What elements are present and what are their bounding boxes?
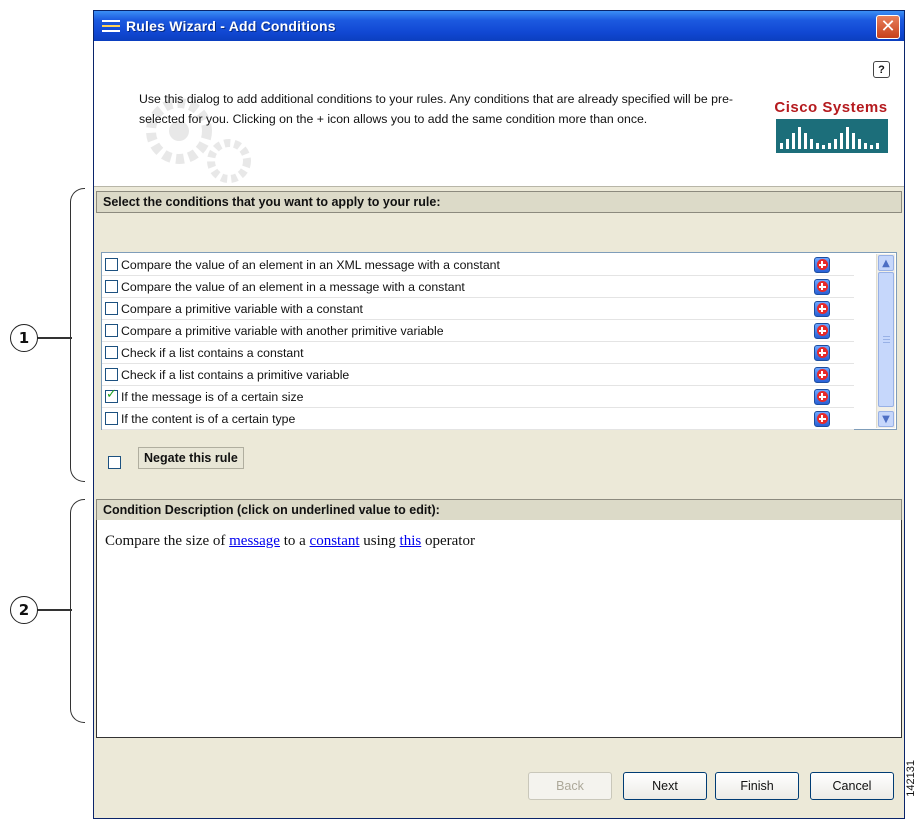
callout-bracket-1 bbox=[70, 188, 85, 482]
negate-rule-checkbox[interactable] bbox=[108, 456, 121, 469]
add-condition-plus-icon[interactable] bbox=[814, 256, 830, 273]
window-title: Rules Wizard - Add Conditions bbox=[126, 18, 336, 34]
condition-label: If the content is of a certain type bbox=[121, 411, 296, 426]
condition-checkbox[interactable] bbox=[105, 324, 118, 337]
conditions-scrollbar[interactable]: ▲ ▼ bbox=[876, 254, 895, 428]
add-condition-plus-icon[interactable] bbox=[814, 344, 830, 361]
callout-bracket-2 bbox=[70, 499, 85, 723]
condition-description-text: Compare the size of message to a constan… bbox=[105, 533, 475, 550]
conditions-list[interactable]: Compare the value of an element in an XM… bbox=[101, 252, 897, 430]
condition-row[interactable]: Check if a list contains a primitive var… bbox=[102, 364, 854, 386]
condition-checkbox[interactable] bbox=[105, 368, 118, 381]
condition-checkbox[interactable] bbox=[105, 258, 118, 271]
condition-label: Compare the value of an element in an XM… bbox=[121, 257, 500, 272]
cisco-logo: Cisco Systems bbox=[766, 99, 896, 153]
condition-row[interactable]: Check if a list contains a constant bbox=[102, 342, 854, 364]
logo-text: Cisco Systems bbox=[774, 99, 888, 116]
condition-description-title: Condition Description (click on underlin… bbox=[96, 499, 902, 521]
figure-number: 142131 bbox=[905, 760, 917, 797]
condition-checkbox[interactable] bbox=[105, 346, 118, 359]
wizard-app-icon bbox=[102, 19, 120, 33]
add-condition-plus-icon[interactable] bbox=[814, 388, 830, 405]
condition-checkbox[interactable] bbox=[105, 280, 118, 293]
add-condition-plus-icon[interactable] bbox=[814, 322, 830, 339]
add-condition-plus-icon[interactable] bbox=[814, 410, 830, 427]
condition-label: Compare the value of an element in a mes… bbox=[121, 279, 465, 294]
add-condition-plus-icon[interactable] bbox=[814, 278, 830, 295]
condition-row[interactable]: If the message is of a certain size bbox=[102, 386, 854, 408]
callout-line-1 bbox=[36, 337, 72, 339]
condition-label: Compare a primitive variable with anothe… bbox=[121, 323, 444, 338]
callout-2: 2 bbox=[10, 596, 38, 624]
condition-checkbox-checked[interactable] bbox=[105, 387, 118, 403]
dialog-header: Use this dialog to add additional condit… bbox=[94, 41, 904, 187]
desc-text-part: Compare the size of bbox=[105, 533, 230, 549]
condition-row[interactable]: Compare a primitive variable with anothe… bbox=[102, 320, 854, 342]
next-button[interactable]: Next bbox=[623, 772, 707, 800]
condition-label: If the message is of a certain size bbox=[121, 389, 304, 404]
negate-rule-label[interactable]: Negate this rule bbox=[138, 447, 244, 469]
condition-row[interactable]: Compare a primitive variable with a cons… bbox=[102, 298, 854, 320]
constant-value-link[interactable]: constant bbox=[310, 533, 360, 549]
title-bar[interactable]: Rules Wizard - Add Conditions ✕ bbox=[94, 11, 904, 41]
finish-button[interactable]: Finish bbox=[715, 772, 799, 800]
desc-text-part: using bbox=[359, 533, 400, 549]
desc-text-part: to a bbox=[279, 533, 310, 549]
condition-row[interactable]: If the content is of a certain type bbox=[102, 408, 854, 430]
message-value-link[interactable]: message bbox=[229, 533, 280, 549]
add-condition-plus-icon[interactable] bbox=[814, 366, 830, 383]
cancel-button[interactable]: Cancel bbox=[810, 772, 894, 800]
back-button[interactable]: Back bbox=[528, 772, 612, 800]
conditions-section-title: Select the conditions that you want to a… bbox=[96, 191, 902, 213]
condition-label: Check if a list contains a primitive var… bbox=[121, 367, 350, 382]
operator-value-link[interactable]: this bbox=[400, 533, 422, 549]
condition-label: Compare a primitive variable with a cons… bbox=[121, 301, 363, 316]
logo-bars-icon bbox=[776, 119, 888, 153]
condition-description-panel: Compare the size of message to a constan… bbox=[96, 520, 902, 738]
add-condition-plus-icon[interactable] bbox=[814, 300, 830, 317]
callout-line-2 bbox=[36, 609, 72, 611]
close-button[interactable]: ✕ bbox=[876, 15, 900, 39]
condition-checkbox[interactable] bbox=[105, 412, 118, 425]
scroll-up-icon[interactable]: ▲ bbox=[878, 255, 894, 271]
help-icon[interactable]: ? bbox=[873, 61, 890, 78]
desc-text-part: operator bbox=[421, 533, 475, 549]
callout-1: 1 bbox=[10, 324, 38, 352]
close-icon: ✕ bbox=[880, 16, 896, 37]
condition-label: Check if a list contains a constant bbox=[121, 345, 304, 360]
condition-row[interactable]: Compare the value of an element in an XM… bbox=[102, 254, 854, 276]
rules-wizard-window: Rules Wizard - Add Conditions ✕ Use this… bbox=[93, 10, 905, 819]
condition-row[interactable]: Compare the value of an element in a mes… bbox=[102, 276, 854, 298]
scroll-down-icon[interactable]: ▼ bbox=[878, 411, 894, 427]
dialog-description: Use this dialog to add additional condit… bbox=[139, 92, 734, 126]
scroll-thumb[interactable] bbox=[878, 272, 894, 407]
condition-checkbox[interactable] bbox=[105, 302, 118, 315]
